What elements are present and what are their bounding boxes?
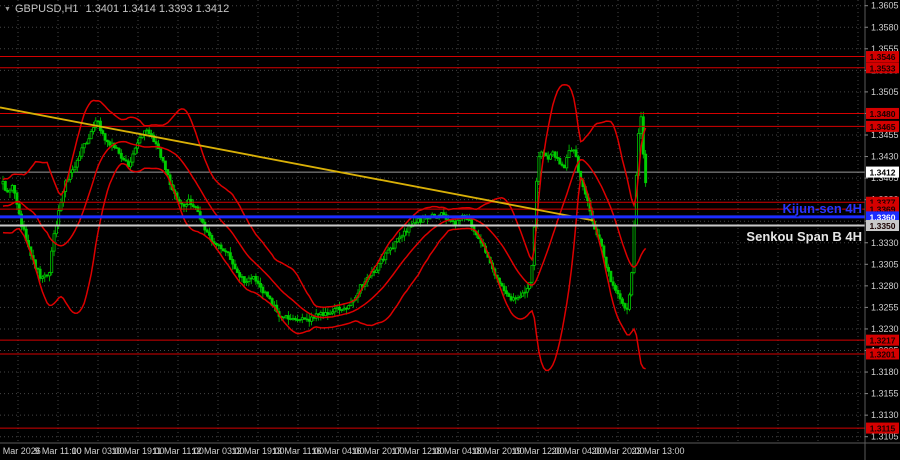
svg-text:1.3546: 1.3546 xyxy=(870,52,896,62)
svg-text:1.3115: 1.3115 xyxy=(870,424,896,434)
svg-text:1.3505: 1.3505 xyxy=(871,87,899,97)
svg-text:1.3280: 1.3280 xyxy=(871,281,899,291)
svg-text:1.3533: 1.3533 xyxy=(870,63,896,73)
chart-title-bar: ▼ GBPUSD,H1 1.3401 1.3414 1.3393 1.3412 xyxy=(4,3,229,15)
svg-text:1.3255: 1.3255 xyxy=(871,302,899,312)
ohlc-values: 1.3401 1.3414 1.3393 1.3412 xyxy=(85,3,230,15)
svg-text:1.3580: 1.3580 xyxy=(871,22,899,32)
svg-text:1.3350: 1.3350 xyxy=(870,221,896,231)
svg-text:1.3430: 1.3430 xyxy=(871,152,899,162)
svg-text:1.3230: 1.3230 xyxy=(871,324,899,334)
svg-text:1.3201: 1.3201 xyxy=(870,349,896,359)
svg-text:1.3412: 1.3412 xyxy=(870,168,896,178)
svg-text:1.3305: 1.3305 xyxy=(871,259,899,269)
senkou-span-b-4h-label: Senkou Span B 4H xyxy=(746,229,862,244)
svg-text:1.3217: 1.3217 xyxy=(870,336,896,346)
svg-text:1.3330: 1.3330 xyxy=(871,238,899,248)
svg-text:1.3130: 1.3130 xyxy=(871,410,899,420)
svg-text:1.3155: 1.3155 xyxy=(871,389,899,399)
svg-text:1.3180: 1.3180 xyxy=(871,367,899,377)
svg-text:1.3465: 1.3465 xyxy=(870,122,896,132)
symbol-period-label: GBPUSD,H1 xyxy=(14,3,79,15)
svg-text:1.3480: 1.3480 xyxy=(870,109,896,119)
svg-text:23 Mar 13:00: 23 Mar 13:00 xyxy=(631,446,684,456)
svg-text:1.3605: 1.3605 xyxy=(871,1,899,11)
chart-marker-icon: ▼ xyxy=(4,6,11,13)
mt4-chart-window: 1.36051.35801.35551.35301.35051.34801.34… xyxy=(0,0,900,460)
kijun-sen-4h-label: Kijun-sen 4H xyxy=(782,201,862,216)
